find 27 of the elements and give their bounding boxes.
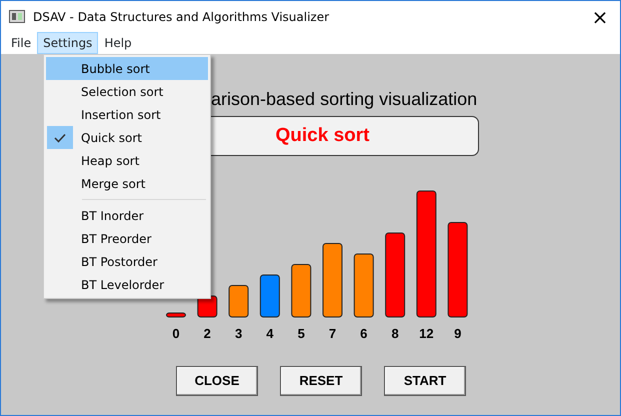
reset-button[interactable]: RESET: [280, 366, 362, 396]
bar-label: 2: [204, 326, 211, 341]
close-button[interactable]: ×: [580, 6, 620, 26]
menu-option[interactable]: Selection sort: [46, 80, 208, 103]
menu-option[interactable]: BT Inorder: [46, 204, 208, 227]
app-icon: [9, 10, 25, 23]
bar-label: 7: [328, 326, 336, 341]
bar-label: 6: [360, 326, 368, 341]
bar-label: 12: [419, 326, 434, 341]
menu-option[interactable]: Merge sort: [46, 172, 208, 195]
heading: arison-based sorting visualization: [211, 88, 478, 111]
start-button[interactable]: START: [384, 366, 466, 396]
bar-label: 9: [454, 326, 462, 341]
bar-label: 3: [234, 326, 242, 341]
menu-option[interactable]: BT Preorder: [46, 227, 208, 250]
bar-label: 0: [172, 326, 180, 341]
menu-item[interactable]: Settings: [37, 32, 98, 54]
bar-label: 5: [298, 326, 305, 341]
close-button[interactable]: CLOSE: [176, 366, 258, 396]
menu-item[interactable]: Help: [98, 32, 138, 54]
menu-option[interactable]: Bubble sort: [46, 57, 208, 80]
bar-label: 8: [391, 326, 399, 341]
menu-option[interactable]: BT Postorder: [46, 250, 208, 273]
menu-item[interactable]: File: [5, 32, 38, 54]
menu-option[interactable]: BT Levelorder: [46, 273, 208, 296]
bar-label: 4: [266, 326, 274, 341]
window-title: DSAV - Data Structures and Algorithms Visualizer: [33, 8, 330, 26]
